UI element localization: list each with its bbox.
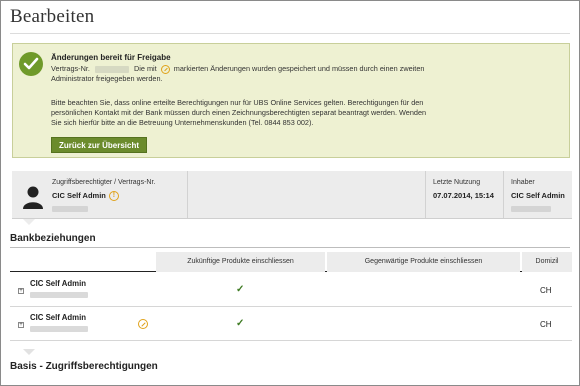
user-header-bar: Zugriffsberechtigter / Vertrags-Nr. CIC … bbox=[12, 171, 572, 219]
user-label: Zugriffsberechtigter / Vertrags-Nr. bbox=[52, 179, 156, 186]
pending-change-icon bbox=[138, 319, 148, 329]
last-use-label: Letzte Nutzung bbox=[433, 179, 481, 186]
notice-line-1: Vertrags-Nr. Die mit markierten Änderung… bbox=[51, 64, 424, 74]
user-avatar-icon bbox=[23, 186, 43, 209]
column-future-products: Zukünftige Produkte einschliessen bbox=[156, 252, 325, 272]
table-header: Zukünftige Produkte einschliessen Gegenw… bbox=[10, 252, 572, 272]
notice-title: Änderungen bereit für Freigabe bbox=[51, 53, 171, 62]
table-row[interactable]: + CIC Self Admin ✓ CH bbox=[10, 274, 572, 307]
notice-line-4: persönlichen Kontakt mit der Bank müssen… bbox=[51, 108, 427, 117]
notice-line-2: Administrator freigegeben werden. bbox=[51, 74, 163, 83]
row-domicile: CH bbox=[540, 286, 552, 295]
back-to-overview-button[interactable]: Zurück zur Übersicht bbox=[51, 137, 148, 153]
row-name: CIC Self Admin bbox=[30, 313, 87, 322]
column-current-products: Gegenwärtige Produkte einschliessen bbox=[327, 252, 520, 272]
redacted-contract-number bbox=[94, 65, 129, 73]
expand-icon[interactable]: + bbox=[18, 322, 24, 328]
pending-change-icon bbox=[160, 64, 170, 74]
last-use-value: 07.07.2014, 15:14 bbox=[433, 191, 494, 200]
notice-line-3: Bitte beachten Sie, dass online erteilte… bbox=[51, 98, 424, 107]
user-name: CIC Self Admin! bbox=[52, 191, 119, 202]
notice-line-1-middle: Die mit bbox=[134, 64, 157, 73]
expand-icon[interactable]: + bbox=[18, 288, 24, 294]
column-domicile: Domizil bbox=[522, 252, 572, 272]
page-title: Bearbeiten bbox=[10, 6, 95, 27]
section-pointer bbox=[23, 349, 35, 355]
redacted-user-number bbox=[52, 206, 88, 212]
basis-access-title: Basis - Zugriffsberechtigungen bbox=[10, 361, 158, 372]
notice-line-1-prefix: Vertrags-Nr. bbox=[51, 64, 90, 73]
redacted-account-number bbox=[30, 292, 88, 298]
redacted-account-number bbox=[30, 326, 88, 332]
user-name-text: CIC Self Admin bbox=[52, 191, 106, 200]
user-bar-divider bbox=[503, 171, 504, 218]
title-divider bbox=[10, 33, 570, 34]
notice-line-1-suffix: markierten Änderungen wurden gespeichert… bbox=[173, 64, 425, 73]
table-row[interactable]: + CIC Self Admin ✓ CH bbox=[10, 308, 572, 341]
notice-line-5: Sie sich hierfür bitte an die Betreuung … bbox=[51, 118, 314, 127]
check-circle-icon bbox=[19, 52, 43, 76]
user-bar-pointer bbox=[23, 219, 35, 225]
bank-relations-title: Bankbeziehungen bbox=[10, 233, 96, 244]
row-domicile: CH bbox=[540, 320, 552, 329]
approval-notice: Änderungen bereit für Freigabe Vertrags-… bbox=[12, 43, 570, 158]
bank-relations-divider bbox=[10, 247, 570, 248]
owner-value: CIC Self Admin bbox=[511, 191, 565, 200]
page-frame: Bearbeiten Änderungen bereit für Freigab… bbox=[0, 0, 580, 386]
user-bar-divider bbox=[187, 171, 188, 218]
checkmark-icon: ✓ bbox=[236, 284, 245, 295]
row-name: CIC Self Admin bbox=[30, 279, 87, 288]
info-icon[interactable]: ! bbox=[108, 191, 119, 202]
checkmark-icon: ✓ bbox=[236, 318, 245, 329]
user-bar-divider bbox=[425, 171, 426, 218]
redacted-owner-number bbox=[511, 206, 551, 212]
owner-label: Inhaber bbox=[511, 179, 535, 186]
